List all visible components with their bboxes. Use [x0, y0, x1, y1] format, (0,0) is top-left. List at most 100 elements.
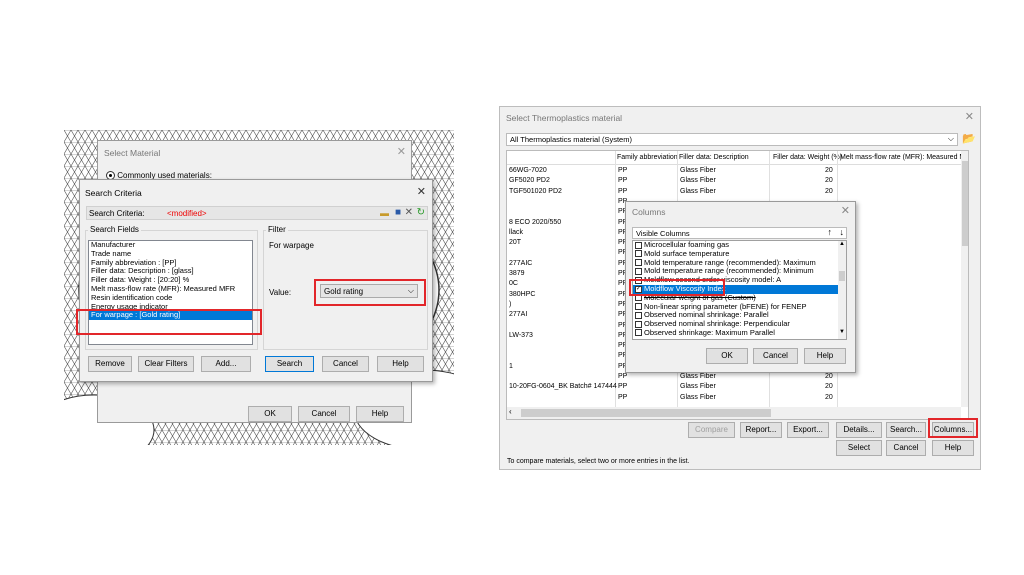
- search-fields-label: Search Fields: [88, 225, 141, 234]
- chevron-down-icon: ⌵: [947, 134, 954, 143]
- vertical-scrollbar[interactable]: [961, 151, 968, 407]
- column-item-label: Observed nominal shrinkage: Parallel: [644, 310, 769, 320]
- cell-trade-name: 1: [509, 362, 513, 370]
- scroll-thumb[interactable]: [839, 271, 845, 281]
- scroll-left-icon[interactable]: ‹: [509, 407, 512, 416]
- table-header: Family abbreviation Filler data: Descrip…: [507, 151, 968, 419]
- columns-scrollbar[interactable]: ▲ ▼: [838, 241, 846, 339]
- cell-filler-desc: Glass Fiber: [680, 187, 716, 195]
- cell-trade-name: 10-20FG-0604_BK Batch# 147444: [509, 383, 617, 391]
- cell-family: PP: [618, 167, 628, 174]
- search-criteria-title: Search Criteria: [85, 188, 142, 198]
- bg-help-button[interactable]: Help: [356, 406, 404, 422]
- cell-filler-weight: 20: [825, 187, 833, 195]
- move-up-icon[interactable]: ↑: [828, 227, 833, 237]
- bg-ok-button[interactable]: OK: [248, 406, 292, 422]
- help-button[interactable]: Help: [932, 440, 974, 456]
- h-scroll-thumb[interactable]: [521, 409, 771, 417]
- select-material-title: Select Material: [104, 148, 161, 158]
- header-mfr[interactable]: Melt mass-flow rate (MFR): Measured MFR: [840, 152, 968, 164]
- highlight-columns-button: [928, 418, 978, 438]
- window-title: Select Thermoplastics material: [506, 113, 623, 123]
- horizontal-scrollbar[interactable]: ‹: [507, 407, 961, 419]
- cell-trade-name: GF5020 PD2: [509, 177, 550, 185]
- column-item-label: Microcellular foaming gas: [644, 240, 730, 249]
- cell-trade-name: 66WG-7020: [509, 167, 547, 174]
- cell-filler-desc: Glass Fiber: [680, 393, 716, 401]
- columns-ok-button[interactable]: OK: [706, 348, 748, 364]
- checkbox-icon[interactable]: [635, 241, 642, 249]
- export-button[interactable]: Export...: [787, 422, 829, 438]
- cell-filler-desc: Glass Fiber: [680, 167, 716, 174]
- cell-filler-desc: Glass Fiber: [680, 177, 716, 185]
- search-button[interactable]: Search...: [886, 422, 926, 438]
- scroll-up-icon[interactable]: ▲: [839, 241, 845, 247]
- cell-filler-desc: Glass Fiber: [680, 383, 716, 391]
- refresh-icon[interactable]: ↻: [417, 207, 425, 218]
- columns-help-button[interactable]: Help: [804, 348, 846, 364]
- scroll-thumb[interactable]: [962, 161, 968, 246]
- cell-family: PP: [618, 373, 628, 380]
- cell-trade-name: 0C: [509, 280, 518, 288]
- close-icon[interactable]: ✕: [965, 112, 974, 123]
- status-text: To compare materials, select two or more…: [507, 458, 690, 465]
- cell-trade-name: TGF501020 PD2: [509, 187, 562, 195]
- database-dropdown[interactable]: All Thermoplastics material (System) ⌵: [506, 133, 958, 146]
- cancel-button[interactable]: Cancel: [322, 356, 369, 372]
- table-row[interactable]: PP Glass Fiber 20: [507, 372, 961, 382]
- header-family[interactable]: Family abbreviation: [617, 152, 678, 164]
- move-down-icon[interactable]: ↓: [840, 227, 845, 237]
- cell-filler-desc: Glass Fiber: [680, 373, 716, 380]
- cell-trade-name: LW-373: [509, 331, 533, 339]
- select-button[interactable]: Select: [836, 440, 882, 456]
- folder-icon[interactable]: 📂: [962, 132, 976, 145]
- columns-dialog: Columns ✕ Visible Columns ↑ ↓ Microcellu…: [625, 201, 856, 373]
- cell-trade-name: 8 ECO 2020/550: [509, 218, 562, 226]
- cell-filler-weight: 20: [825, 393, 833, 401]
- checkbox-icon[interactable]: [635, 250, 642, 258]
- checkbox-icon[interactable]: [635, 311, 642, 319]
- compare-button[interactable]: Compare: [688, 422, 735, 438]
- checkbox-icon[interactable]: [635, 267, 642, 275]
- table-row[interactable]: PP Glass Fiber 20: [507, 393, 961, 403]
- header-filler-weight[interactable]: Filler data: Weight (%): [773, 152, 842, 164]
- table-row[interactable]: 10-20FG-0604_BK Batch# 147444 PP Glass Fib…: [507, 382, 961, 392]
- filter-label: Filter: [266, 225, 288, 234]
- cell-trade-name: 20T: [509, 239, 522, 247]
- checkbox-icon[interactable]: [635, 259, 642, 267]
- open-folder-icon[interactable]: ▬: [380, 208, 389, 218]
- close-icon[interactable]: ✕: [841, 206, 850, 217]
- table-row[interactable]: 66WG-7020 PP Glass Fiber 20: [507, 166, 961, 176]
- remove-button[interactable]: Remove: [88, 356, 132, 372]
- table-row[interactable]: GF5020 PD2 PP Glass Fiber 20: [507, 176, 961, 186]
- scroll-down-icon[interactable]: ▼: [839, 329, 845, 335]
- close-icon[interactable]: ✕: [417, 187, 426, 198]
- close-icon[interactable]: ✕: [397, 147, 406, 158]
- search-button[interactable]: Search: [265, 356, 314, 372]
- add-button[interactable]: Add...: [201, 356, 251, 372]
- criteria-bar: Search Criteria: <modified> ▬ ■ ✕ ↻: [86, 206, 428, 220]
- highlight-warpage-row: [76, 309, 262, 335]
- cell-filler-weight: 20: [825, 373, 833, 380]
- value-label: Value:: [269, 288, 292, 297]
- checkbox-icon[interactable]: [635, 320, 642, 328]
- bg-cancel-button[interactable]: Cancel: [298, 406, 350, 422]
- help-button[interactable]: Help: [377, 356, 424, 372]
- header-filler-desc[interactable]: Filler data: Description: [679, 152, 749, 164]
- table-row[interactable]: TGF501020 PD2 PP Glass Fiber 20: [507, 187, 961, 197]
- database-dropdown-text: All Thermoplastics material (System): [510, 135, 632, 144]
- column-item[interactable]: Observed shrinkage: Maximum Parallel: [633, 328, 846, 338]
- cell-family: PP: [618, 187, 628, 195]
- cancel-button[interactable]: Cancel: [886, 440, 926, 456]
- delete-icon[interactable]: ✕: [405, 207, 413, 218]
- report-button[interactable]: Report...: [740, 422, 782, 438]
- checkbox-icon[interactable]: [635, 303, 642, 311]
- column-item-label: Non-linear spring parameter (bFENE) for …: [644, 301, 807, 311]
- details-button[interactable]: Details...: [836, 422, 882, 438]
- cell-filler-weight: 20: [825, 167, 833, 174]
- save-icon[interactable]: ■: [395, 207, 401, 218]
- clear-filters-button[interactable]: Clear Filters: [138, 356, 194, 372]
- checkbox-icon[interactable]: [635, 329, 642, 337]
- columns-cancel-button[interactable]: Cancel: [753, 348, 798, 364]
- left-screenshot: Select Material ✕ Commonly used material…: [64, 130, 454, 445]
